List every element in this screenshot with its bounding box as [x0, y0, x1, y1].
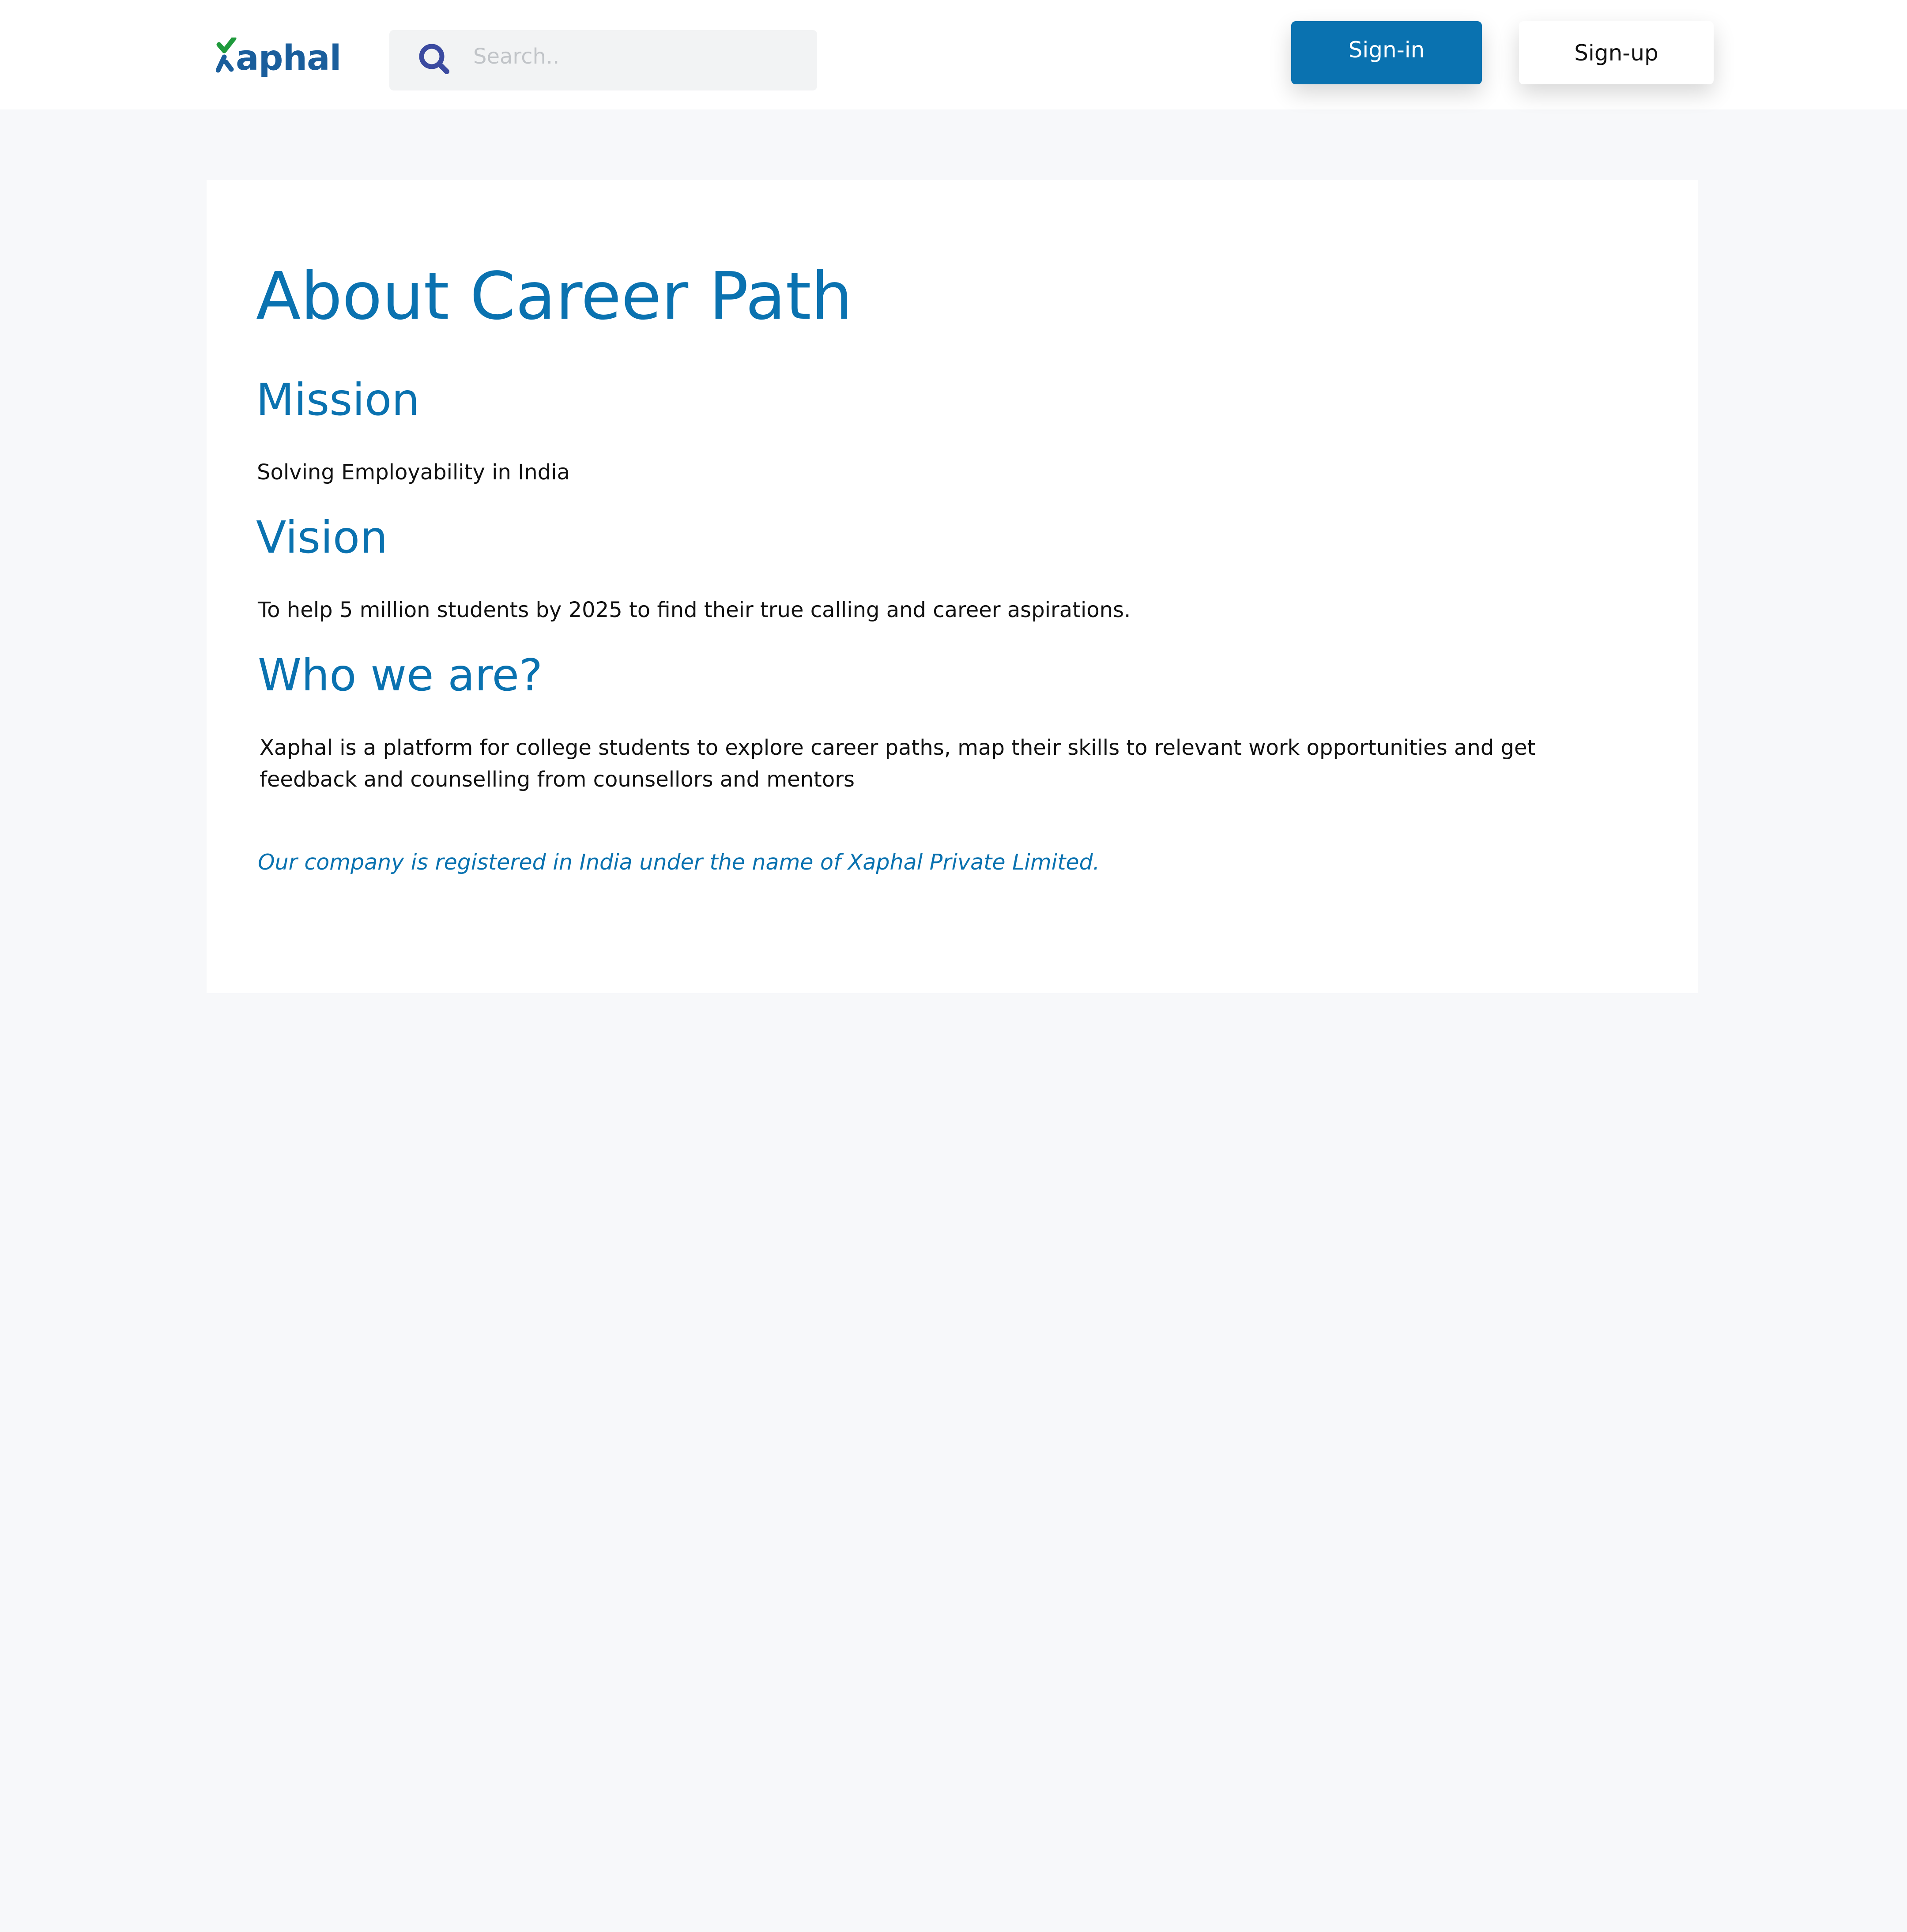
search-bar[interactable]	[389, 30, 817, 90]
mission-text: Solving Employability in India	[257, 460, 570, 485]
mission-heading: Mission	[256, 374, 420, 426]
page-title: About Career Path	[256, 258, 853, 334]
sign-up-label: Sign-up	[1574, 40, 1658, 66]
top-navbar: aphal Sign-in Sign-up	[0, 0, 1907, 109]
sign-in-label: Sign-in	[1348, 37, 1425, 63]
logo-wordmark: aphal	[236, 38, 341, 78]
x-check-icon	[216, 38, 237, 73]
who-we-are-text: Xaphal is a platform for college student…	[260, 735, 1536, 792]
vision-text: To help 5 million students by 2025 to fi…	[258, 598, 1131, 622]
vision-heading: Vision	[256, 512, 388, 563]
search-icon[interactable]	[416, 41, 454, 79]
who-we-are-heading: Who we are?	[258, 649, 543, 701]
company-registration-note: Our company is registered in India under…	[258, 850, 1100, 875]
sign-up-button[interactable]: Sign-up	[1519, 21, 1714, 84]
sign-in-button[interactable]: Sign-in	[1291, 21, 1482, 84]
about-card: About Career Path Mission Solving Employ…	[207, 180, 1698, 993]
xaphal-logo[interactable]: aphal	[216, 38, 341, 82]
search-input[interactable]	[473, 39, 800, 74]
